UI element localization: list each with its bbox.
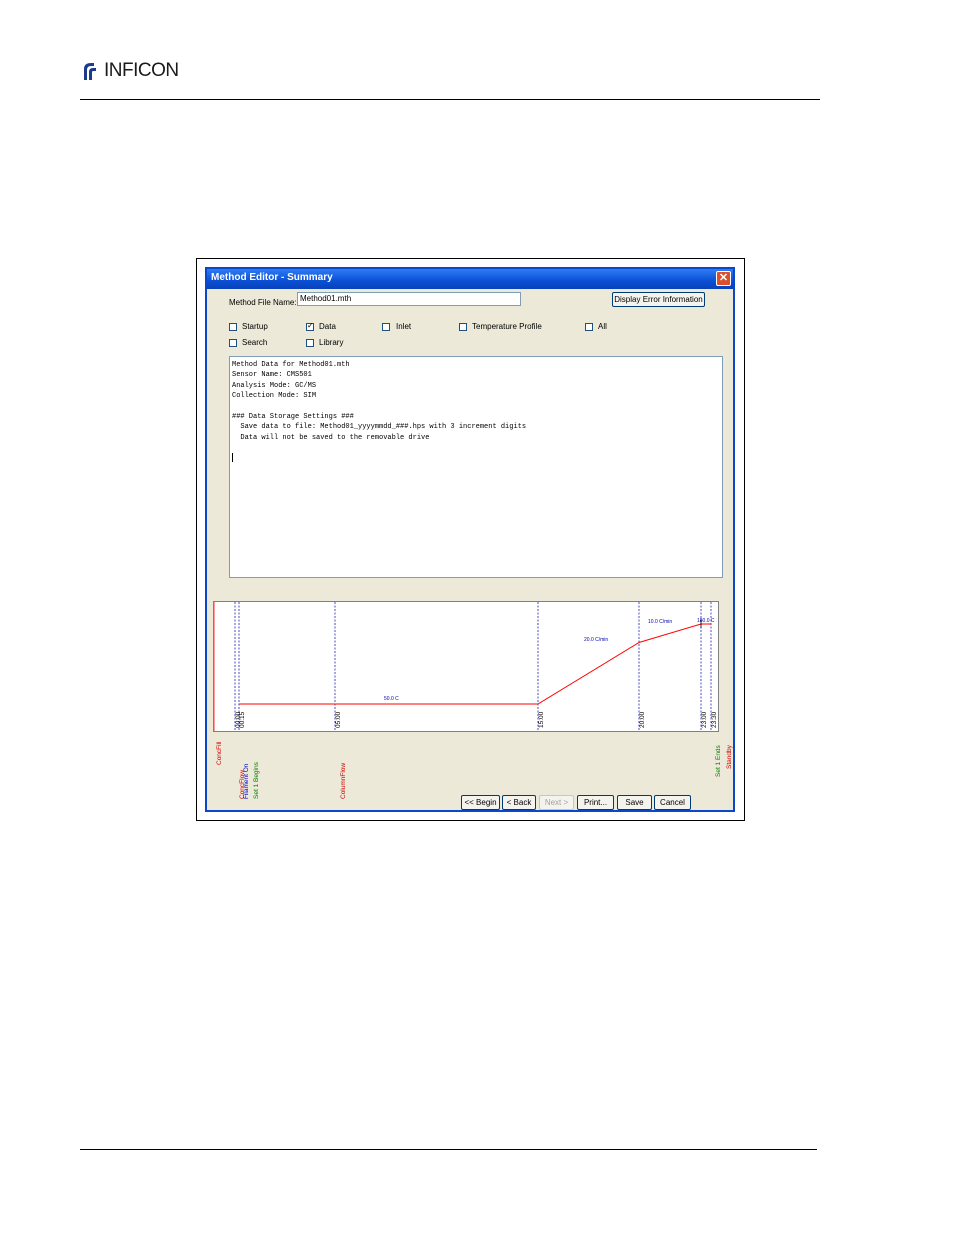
- inficon-logo-icon: [84, 63, 96, 80]
- data-checkbox[interactable]: ✓: [306, 321, 314, 331]
- segment-annotation: 20.0 C/min: [584, 637, 608, 643]
- summary-line: ### Data Storage Settings ###: [232, 412, 354, 421]
- library-checkbox[interactable]: [306, 339, 314, 347]
- search-checkbox[interactable]: [229, 339, 237, 347]
- event-label: Standby: [726, 744, 733, 769]
- temperature-profile-chart: 50.0 C 20.0 C/min 10.0 C/min 180.0 C 00:00 00…: [213, 601, 719, 732]
- search-label: Search: [242, 338, 268, 347]
- save-button[interactable]: Save: [617, 795, 652, 810]
- chart-canvas: 50.0 C20.0 C/min10.0 C/min 180.0 C00:0000…: [214, 602, 718, 731]
- x-tick-label: 15:00: [538, 711, 545, 728]
- summary-text-area[interactable]: Method Data for Method01.mth Sensor Name…: [229, 356, 723, 578]
- close-icon: ✕: [718, 272, 729, 284]
- summary-line: Collection Mode: SIM: [232, 392, 317, 401]
- event-label: Set 1 Begins: [253, 761, 260, 799]
- event-labels: ConcFillConcFlowFilament On Set 1 Begins C…: [216, 741, 733, 799]
- display-error-button[interactable]: Display Error Information: [612, 292, 705, 307]
- temperature-profile-checkbox[interactable]: [459, 323, 467, 331]
- all-checkbox[interactable]: [585, 323, 593, 331]
- cancel-button[interactable]: Cancel: [654, 795, 691, 810]
- temperature-profile-line: [239, 623, 711, 705]
- segment-annotation: 50.0 C: [384, 696, 399, 702]
- file-name-field[interactable]: Method01.mth: [297, 292, 521, 306]
- summary-line: [230, 402, 722, 412]
- event-label: Filament On: [243, 763, 250, 799]
- begin-button[interactable]: << Begin: [461, 795, 500, 810]
- close-button[interactable]: ✕: [716, 271, 731, 286]
- x-tick-label: 05:00: [335, 711, 342, 728]
- library-label: Library: [319, 338, 344, 347]
- header-rule: [80, 99, 820, 100]
- back-button[interactable]: < Back: [502, 795, 536, 810]
- segment-annotation: 10.0 C/min: [648, 619, 672, 625]
- footer-rule: [80, 1149, 817, 1150]
- next-button[interactable]: Next >: [539, 795, 574, 810]
- startup-label: Startup: [242, 322, 268, 331]
- brand-name: INFICON: [104, 60, 179, 81]
- data-label: Data: [319, 322, 336, 331]
- inlet-checkbox[interactable]: [382, 323, 390, 331]
- x-tick-label: 23:00: [701, 711, 708, 728]
- print-button[interactable]: Print...: [577, 795, 614, 810]
- all-label: All: [598, 322, 607, 331]
- method-editor-dialog: Method Editor - Summary ✕ Method File Na…: [205, 267, 735, 812]
- window-title: Method Editor - Summary: [211, 272, 333, 283]
- event-label: Set 1 Ends: [715, 744, 722, 777]
- title-bar[interactable]: Method Editor - Summary ✕: [207, 269, 733, 289]
- summary-line: Sensor Name: CMS501: [232, 371, 312, 380]
- temperature-profile-label: Temperature Profile: [472, 322, 542, 331]
- text-caret: [232, 453, 233, 462]
- summary-line: Save data to file: Method01_yyyymmdd_###…: [232, 423, 527, 432]
- check-icon: ✓: [307, 321, 314, 330]
- inficon-logo: INFICON: [80, 58, 179, 84]
- segment-annotation: 180.0 C: [697, 618, 715, 624]
- inlet-label: Inlet: [396, 322, 412, 331]
- summary-line: Method Data for Method01.mth: [232, 361, 350, 369]
- x-tick-label: 20:00: [639, 711, 646, 728]
- x-tick-label: 23:30: [711, 711, 718, 728]
- file-name-label: Method File Name:: [229, 298, 297, 307]
- file-name-value: Method01.mth: [300, 294, 352, 303]
- startup-checkbox[interactable]: [229, 323, 237, 331]
- event-label: ConcFill: [216, 741, 223, 765]
- summary-line: Data will not be saved to the removable …: [232, 433, 430, 442]
- x-tick-label: 00:15: [239, 711, 246, 728]
- event-label: ColumnFlow: [340, 763, 347, 799]
- summary-line: Analysis Mode: GC/MS: [232, 381, 317, 390]
